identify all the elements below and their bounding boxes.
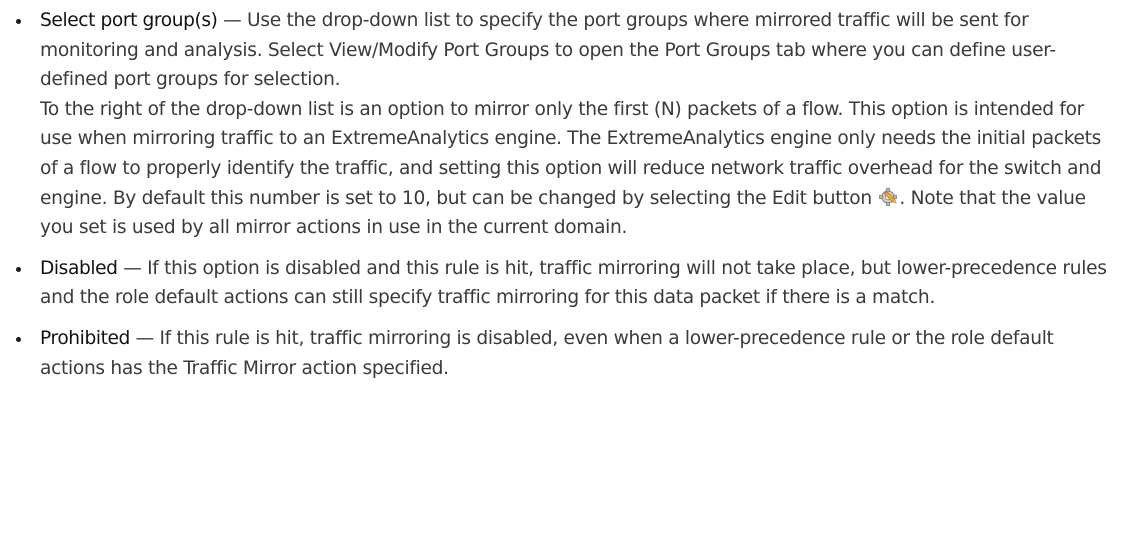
description-text: — If this rule is hit, traffic mirroring… xyxy=(40,327,1054,379)
bullet-icon xyxy=(16,19,21,24)
option-list: Select port group(s) — Use the drop-down… xyxy=(0,6,1131,383)
list-item-disabled: Disabled — If this option is disabled an… xyxy=(0,254,1131,313)
document-body: Select port group(s) — Use the drop-down… xyxy=(0,0,1131,539)
paragraph: Disabled — If this option is disabled an… xyxy=(40,254,1111,313)
list-item-prohibited: Prohibited — If this rule is hit, traffi… xyxy=(0,324,1131,383)
paragraph: To the right of the drop-down list is an… xyxy=(40,95,1111,243)
list-item-select-port-groups: Select port group(s) — Use the drop-down… xyxy=(0,6,1131,243)
term-label: Disabled xyxy=(40,257,118,279)
edit-gear-pencil-icon xyxy=(879,187,898,206)
bullet-icon xyxy=(16,266,21,272)
paragraph: Prohibited — If this rule is hit, traffi… xyxy=(40,324,1111,383)
term-label: Select port group(s) xyxy=(40,10,218,31)
term-label: Prohibited xyxy=(40,327,130,349)
description-text: — If this option is disabled and this ru… xyxy=(40,257,1107,309)
bullet-icon xyxy=(16,336,21,342)
paragraph: Select port group(s) — Use the drop-down… xyxy=(40,6,1111,95)
